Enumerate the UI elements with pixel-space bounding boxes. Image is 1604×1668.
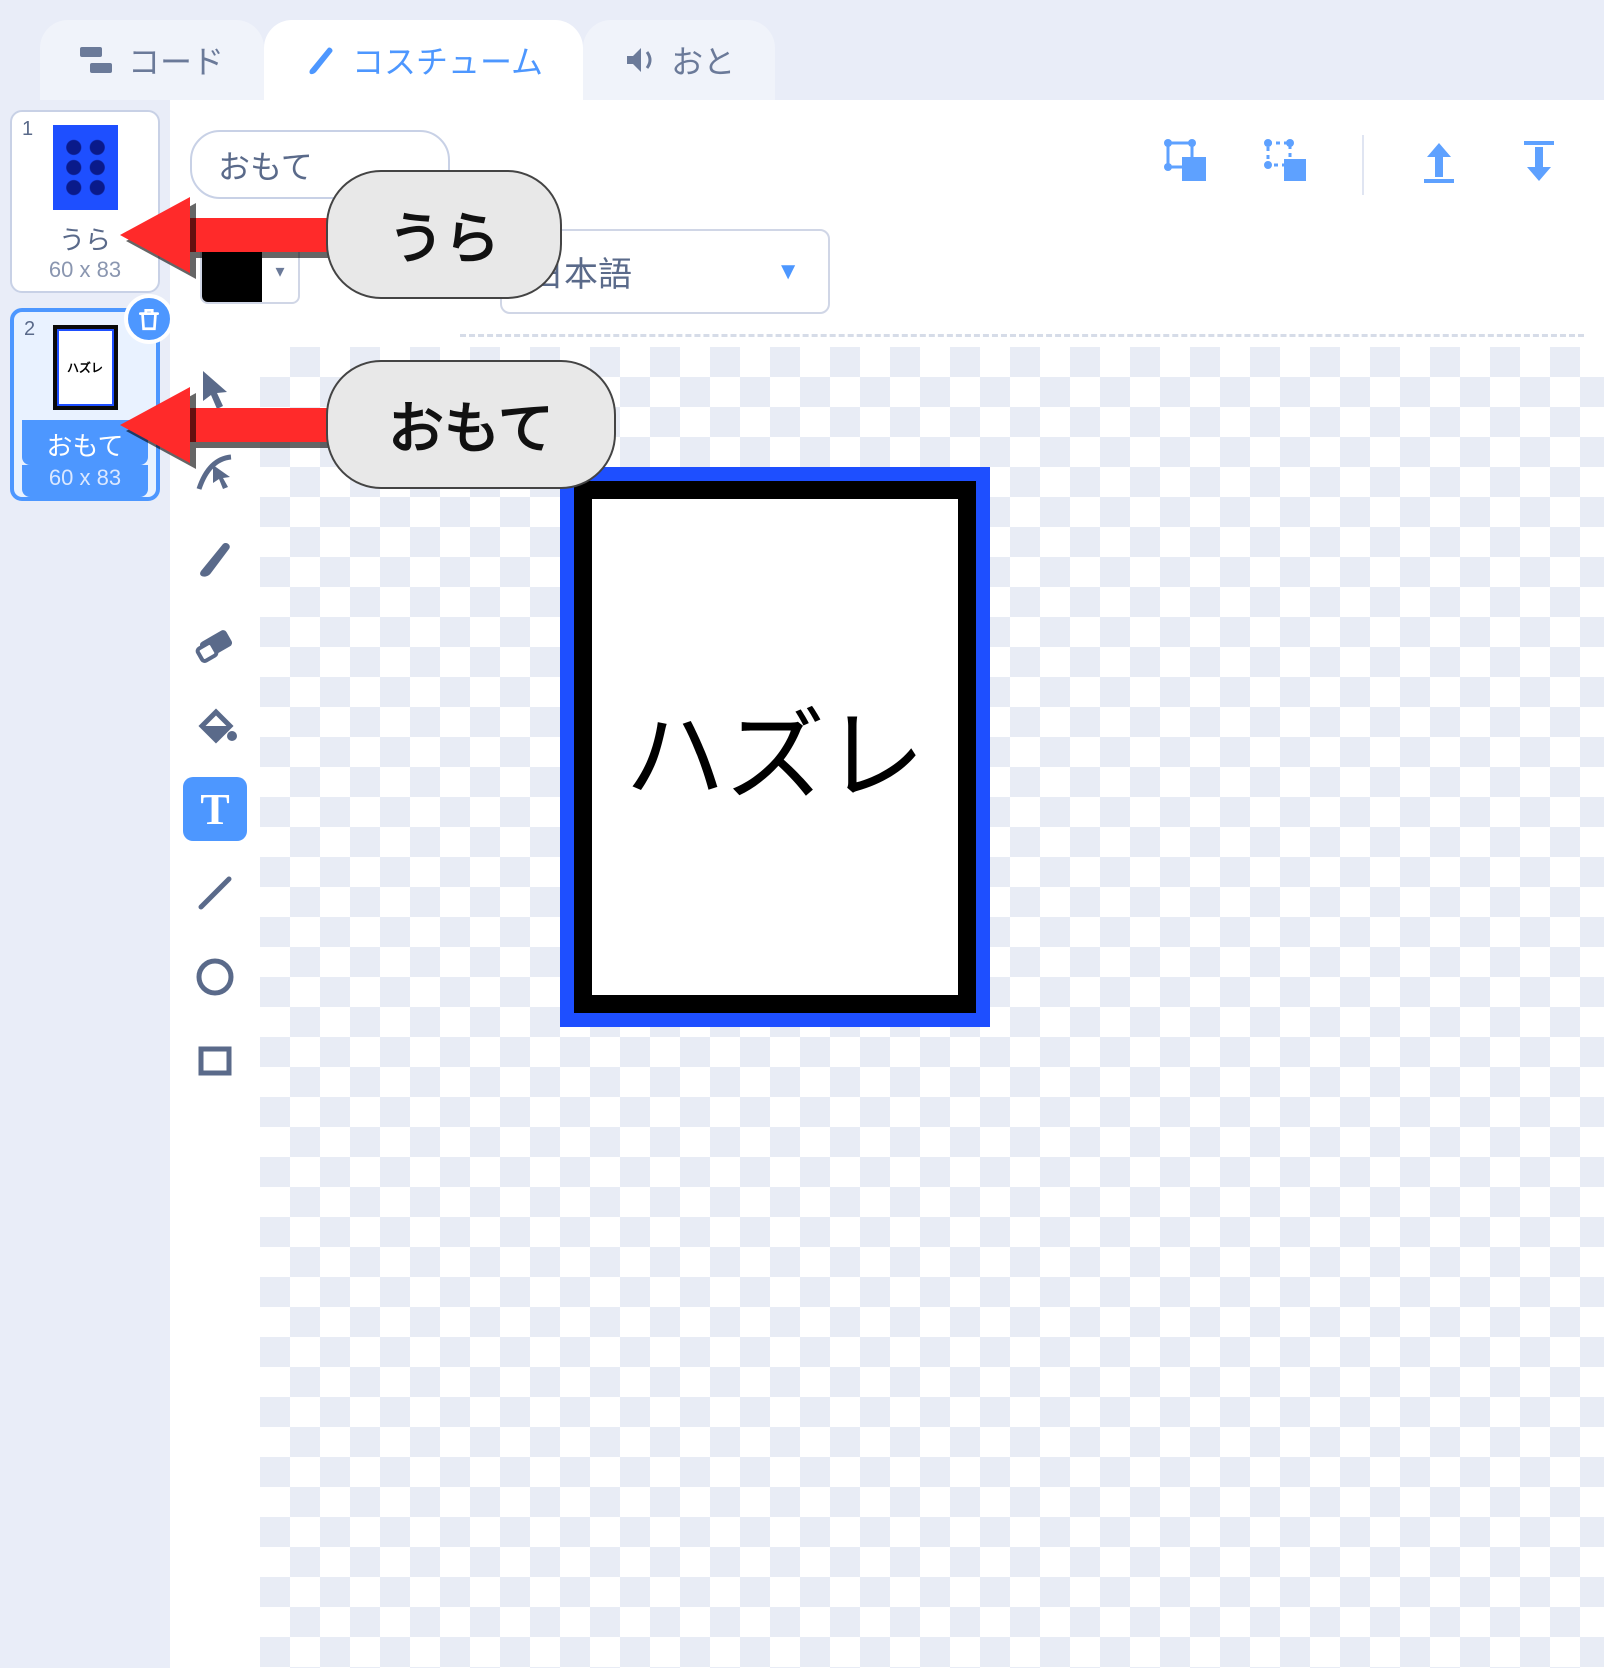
tab-code[interactable]: コード — [40, 20, 264, 100]
costume-name: うら — [59, 220, 111, 257]
costume-number: 1 — [22, 118, 33, 141]
costume-number: 2 — [24, 318, 35, 341]
eraser-tool[interactable] — [183, 609, 247, 673]
chevron-down-icon: ▼ — [776, 258, 800, 286]
annotation-back: うら — [120, 170, 562, 299]
forward-button[interactable] — [1414, 137, 1464, 192]
sound-icon — [623, 42, 659, 78]
annotation-bubble: うら — [326, 170, 562, 299]
text-tool[interactable]: T — [183, 777, 247, 841]
editor-tabs: コード コスチューム おと — [0, 0, 1604, 100]
annotation-bubble: おもて — [326, 360, 616, 489]
costume-thumbnail-back — [53, 125, 118, 210]
tab-costumes[interactable]: コスチューム — [264, 20, 583, 100]
tab-sounds[interactable]: おと — [583, 20, 775, 100]
card-text: ハズレ — [625, 675, 925, 820]
arrow-icon — [120, 197, 190, 273]
annotation-front: おもて — [120, 360, 616, 489]
delete-costume-button[interactable] — [124, 294, 174, 344]
circle-tool[interactable] — [183, 945, 247, 1009]
costume-dimensions: 60 x 83 — [49, 257, 121, 283]
fill-tool[interactable] — [183, 693, 247, 757]
costume-editor: ▾ 日本語 ▼ — [170, 100, 1604, 1668]
divider — [1362, 135, 1364, 195]
line-tool[interactable] — [183, 861, 247, 925]
costume-thumbnail-front: ハズレ — [53, 325, 118, 410]
arrow-icon — [120, 387, 190, 463]
brush-tool[interactable] — [183, 525, 247, 589]
tab-code-label: コード — [128, 37, 224, 83]
tool-palette: T — [170, 337, 260, 1668]
costume-list: 1 うら 60 x 83 2 ハズレ おもて 60 x 83 — [0, 100, 170, 1668]
tab-sounds-label: おと — [671, 37, 735, 83]
paint-canvas[interactable]: ハズレ — [260, 347, 1604, 1668]
tab-costumes-label: コスチューム — [352, 37, 543, 83]
group-button[interactable] — [1162, 137, 1212, 192]
rect-tool[interactable] — [183, 1029, 247, 1093]
backward-button[interactable] — [1514, 137, 1564, 192]
code-icon — [80, 45, 116, 75]
trash-icon — [136, 306, 162, 332]
brush-icon — [304, 42, 340, 78]
text-icon: T — [200, 784, 229, 835]
ungroup-button[interactable] — [1262, 137, 1312, 192]
card-sprite[interactable]: ハズレ — [560, 467, 990, 1027]
